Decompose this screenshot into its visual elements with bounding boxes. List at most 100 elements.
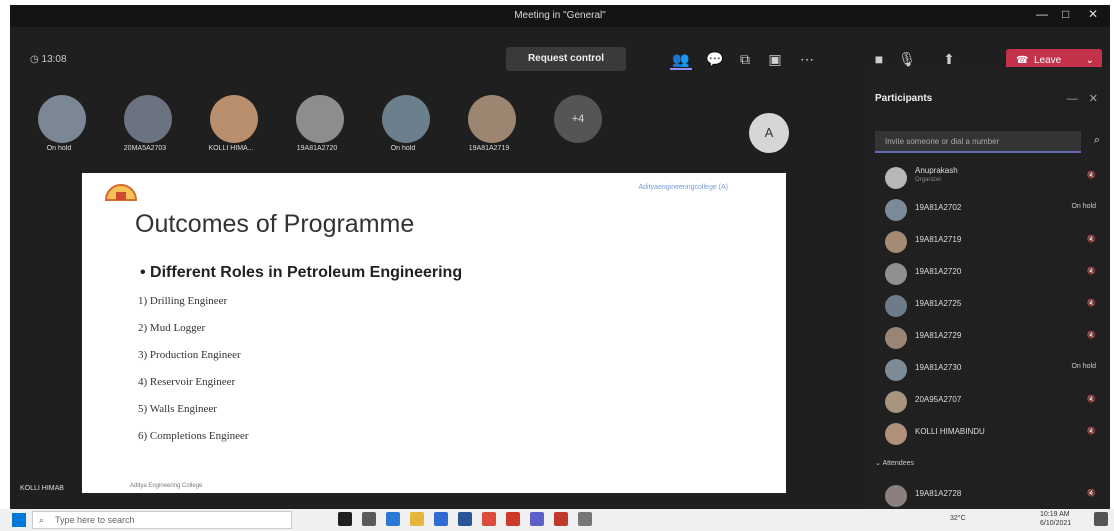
- mic-off-icon: 🔇: [1087, 236, 1096, 243]
- participant-name-bottom: KOLLI HIMAB: [20, 485, 64, 492]
- rooms-icon[interactable]: ⧉: [734, 51, 756, 68]
- avatar: [885, 391, 907, 413]
- mic-off-icon: 🔇: [1087, 268, 1096, 275]
- participant-row[interactable]: KOLLI HIMABINDU 🔇: [867, 419, 1110, 449]
- search-icon[interactable]: ⌕: [1094, 134, 1100, 147]
- college-logo-icon: [104, 184, 138, 201]
- participants-panel: Participants — ✕ Invite someone or dial …: [867, 67, 1110, 509]
- minimize-panel-icon[interactable]: —: [1067, 93, 1078, 105]
- avatar: [885, 199, 907, 221]
- participant-row[interactable]: 19A81A2702 On hold: [867, 195, 1110, 225]
- taskbar-search-input[interactable]: ⌕ Type here to search: [32, 511, 292, 529]
- participant-name: 19A81A2720: [296, 145, 338, 152]
- participant-name: KOLLI HIMA...: [208, 145, 254, 152]
- notification-icon[interactable]: [1094, 512, 1108, 526]
- app-icon[interactable]: [554, 512, 568, 526]
- list-item: 6) Completions Engineer: [138, 430, 249, 442]
- participant-tile[interactable]: 20MA5A2703: [104, 93, 186, 163]
- participant-row[interactable]: Anuprakash Organizer 🔇: [867, 163, 1110, 193]
- avatar: [885, 359, 907, 381]
- camera-icon[interactable]: ■: [868, 51, 890, 67]
- chat-icon[interactable]: 💬: [704, 51, 726, 68]
- close-panel-icon[interactable]: ✕: [1089, 93, 1098, 105]
- edge-icon[interactable]: [386, 512, 400, 526]
- avatar: [468, 95, 516, 143]
- clock-date[interactable]: 6/10/2021: [1040, 520, 1071, 527]
- avatar: [210, 95, 258, 143]
- chrome-icon[interactable]: [482, 512, 496, 526]
- weather-temp[interactable]: 32°C: [950, 515, 966, 522]
- more-icon[interactable]: ⋯: [796, 51, 818, 68]
- list-item: 4) Reservoir Engineer: [138, 376, 236, 388]
- participant-name: 19A81A2730: [915, 363, 962, 372]
- mail-icon[interactable]: [458, 512, 472, 526]
- participant-name: 19A81A2725: [915, 299, 962, 308]
- participant-role: Organizer: [915, 177, 942, 183]
- more-participants-count: +4: [554, 95, 602, 143]
- mic-off-icon: 🔇: [1087, 300, 1096, 307]
- participant-tile[interactable]: 19A81A2719: [448, 93, 530, 163]
- more-participants-tile[interactable]: +4: [534, 93, 616, 163]
- participant-tile[interactable]: On hold: [18, 93, 100, 163]
- mic-off-icon: 🔇: [1087, 396, 1096, 403]
- mic-off-icon: 🔇: [1087, 490, 1096, 497]
- avatar: [38, 95, 86, 143]
- attendees-header[interactable]: ⌄ Attendees: [875, 459, 914, 467]
- avatar: [885, 231, 907, 253]
- file-explorer-icon[interactable]: [410, 512, 424, 526]
- shared-slide: Adityaengineeringcollege (A) Outcomes of…: [82, 173, 786, 493]
- avatar: [296, 95, 344, 143]
- participant-tile[interactable]: On hold: [362, 93, 444, 163]
- window-titlebar: Meeting in "General" — □ ✕: [10, 5, 1110, 27]
- mic-off-icon: 🔇: [1087, 428, 1096, 435]
- participant-row[interactable]: 20A95A2707 🔇: [867, 387, 1110, 417]
- participant-row[interactable]: 19A81A2729 🔇: [867, 323, 1110, 353]
- powerpoint-icon[interactable]: [506, 512, 520, 526]
- avatar: [885, 485, 907, 507]
- participant-name: 19A81A2728: [915, 489, 962, 498]
- participant-row[interactable]: 19A81A2730 On hold: [867, 355, 1110, 385]
- participant-name: KOLLI HIMABINDU: [915, 427, 985, 436]
- cortana-icon[interactable]: [338, 512, 352, 526]
- store-icon[interactable]: [434, 512, 448, 526]
- maximize-icon[interactable]: □: [1062, 7, 1069, 21]
- mic-off-icon: 🔇: [1087, 332, 1096, 339]
- share-tray-icon[interactable]: ⬆: [938, 51, 960, 68]
- task-view-icon[interactable]: [362, 512, 376, 526]
- participants-icon[interactable]: 👥: [670, 51, 692, 70]
- participant-tile[interactable]: KOLLI HIMA...: [190, 93, 272, 163]
- avatar: [382, 95, 430, 143]
- participant-tile[interactable]: 19A81A2720: [276, 93, 358, 163]
- share-icon[interactable]: ▣: [764, 51, 786, 68]
- avatar: [885, 167, 907, 189]
- invite-input[interactable]: Invite someone or dial a number: [875, 131, 1081, 153]
- avatar: [885, 263, 907, 285]
- participant-row[interactable]: 19A81A2720 🔇: [867, 259, 1110, 289]
- avatar: [885, 423, 907, 445]
- avatar: [885, 295, 907, 317]
- slide-footnote: Aditya Engineering College: [130, 483, 203, 489]
- mic-icon[interactable]: 🎙: [896, 51, 918, 68]
- list-item: 5) Walls Engineer: [138, 403, 217, 415]
- participant-name: 20A95A2707: [915, 395, 962, 404]
- participant-name: 19A81A2729: [915, 331, 962, 340]
- list-item: 1) Drilling Engineer: [138, 295, 228, 307]
- meeting-timer: ◷ 13:08: [30, 54, 67, 65]
- minimize-icon[interactable]: —: [1036, 7, 1048, 21]
- mic-off-icon: 🔇: [1087, 172, 1096, 179]
- slide-bullet: • Different Roles in Petroleum Engineeri…: [140, 264, 463, 281]
- participant-row[interactable]: 19A81A2719 🔇: [867, 227, 1110, 257]
- participant-row[interactable]: 19A81A2725 🔇: [867, 291, 1110, 321]
- search-icon: ⌕: [39, 515, 45, 525]
- participant-name: 19A81A2719: [468, 145, 510, 152]
- participant-row[interactable]: 19A81A2728 🔇: [867, 481, 1110, 509]
- slide-title: Outcomes of Programme: [135, 210, 415, 238]
- request-control-button[interactable]: Request control: [506, 47, 626, 71]
- windows-start-icon[interactable]: [12, 513, 26, 527]
- participant-status: On hold: [1071, 203, 1096, 210]
- panel-actions: — ✕: [1067, 92, 1098, 105]
- close-icon[interactable]: ✕: [1088, 7, 1098, 21]
- settings-icon[interactable]: [578, 512, 592, 526]
- clock-time[interactable]: 10:19 AM: [1040, 511, 1070, 518]
- teams-icon[interactable]: [530, 512, 544, 526]
